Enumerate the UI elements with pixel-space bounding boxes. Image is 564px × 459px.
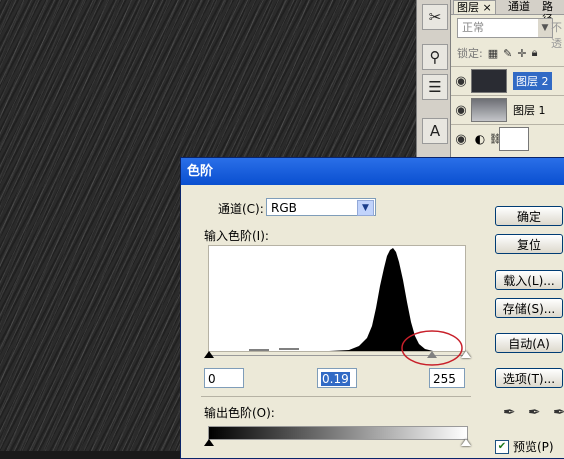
brush-swap-icon[interactable]: ⚲	[422, 44, 448, 70]
mask-thumbnail	[499, 127, 529, 151]
panel-tabs: 图层 × 通道 路径	[451, 0, 564, 26]
blend-mode-value: 正常	[462, 21, 484, 34]
layer-row-1[interactable]: ◉ 图层 1	[451, 95, 564, 124]
output-gradient	[208, 426, 468, 440]
eye-icon[interactable]: ◉	[451, 74, 471, 89]
input-white-field[interactable]: 255	[429, 368, 465, 388]
black-eyedropper-icon[interactable]: ✒	[503, 403, 516, 421]
tab-channels[interactable]: 通道	[505, 0, 533, 13]
lock-row: 锁定: ▦ ✎ ✛ 🔒︎	[457, 45, 537, 61]
options-button[interactable]: 选项(T)...	[495, 368, 563, 388]
layer-name[interactable]: 图层 2	[513, 72, 552, 90]
output-black-handle[interactable]	[204, 439, 214, 446]
close-icon[interactable]: ×	[483, 1, 492, 14]
input-black-field[interactable]: 0	[204, 368, 244, 388]
highlight-circle	[401, 330, 463, 366]
layer-row-adjustment[interactable]: ◉ ◐ ⛓	[451, 124, 564, 153]
tool-strip: ✂ ⚲ ☰ A	[416, 0, 451, 160]
layer-thumbnail	[471, 98, 507, 122]
layer-row-2[interactable]: ◉ 图层 2	[451, 66, 564, 95]
auto-button[interactable]: 自动(A)	[495, 333, 563, 353]
text-tool-icon[interactable]: A	[422, 118, 448, 144]
chevron-down-icon: ▼	[538, 19, 552, 37]
ok-button[interactable]: 确定	[495, 206, 563, 226]
lock-label: 锁定:	[457, 47, 483, 60]
tab-paths[interactable]: 路径	[539, 0, 564, 26]
preview-checkbox[interactable]: ✔ 预览(P)	[495, 438, 554, 455]
channel-label: 通道(C):	[218, 202, 264, 216]
input-gamma-field[interactable]: 0.19	[317, 368, 357, 388]
black-point-handle[interactable]	[204, 351, 214, 358]
channel-select[interactable]: RGB ▼	[266, 198, 376, 216]
output-levels-label: 输出色阶(O):	[204, 406, 275, 420]
crossed-tools-icon[interactable]: ✂	[422, 4, 448, 30]
load-button[interactable]: 载入(L)...	[495, 270, 563, 290]
channel-value: RGB	[271, 201, 297, 215]
check-icon[interactable]: ✔	[495, 439, 509, 454]
tab-layers[interactable]: 图层 ×	[453, 0, 496, 14]
gray-eyedropper-icon[interactable]: ✒	[528, 403, 541, 421]
opacity-label: 不透	[551, 21, 562, 50]
save-button[interactable]: 存储(S)...	[495, 298, 563, 318]
input-levels-label: 输入色阶(I):	[204, 229, 269, 243]
adjustment-icon: ◐	[474, 132, 486, 146]
link-icon: ⛓	[489, 133, 502, 145]
eye-icon[interactable]: ◉	[451, 132, 471, 147]
preview-label: 预览(P)	[513, 440, 554, 454]
layer-name[interactable]: 图层 1	[513, 102, 546, 118]
layer-thumbnail	[471, 69, 507, 93]
divider	[201, 396, 471, 397]
reset-button[interactable]: 复位	[495, 234, 563, 254]
eye-icon[interactable]: ◉	[451, 103, 471, 118]
lock-transparency-icon[interactable]: ▦	[488, 47, 498, 60]
tab-layers-label: 图层	[457, 1, 479, 14]
lock-move-icon[interactable]: ✛	[517, 47, 526, 60]
lock-brush-icon[interactable]: ✎	[503, 47, 512, 60]
lock-all-icon[interactable]: 🔒︎	[532, 46, 538, 60]
blend-mode-select[interactable]: 正常 ▼	[457, 18, 553, 38]
input-gamma-value: 0.19	[321, 372, 350, 386]
output-slider[interactable]	[204, 439, 471, 447]
chevron-down-icon: ▼	[357, 200, 374, 216]
dialog-title[interactable]: 色阶	[181, 158, 564, 185]
output-white-handle[interactable]	[461, 439, 471, 446]
layers-panel: 图层 × 通道 路径 正常 ▼ 不透 锁定: ▦ ✎ ✛ 🔒︎ ◉ 图层 2 ◉…	[450, 0, 564, 160]
white-eyedropper-icon[interactable]: ✒	[553, 403, 564, 421]
levels-dialog: 色阶 通道(C): RGB ▼ 输入色阶(I): 0 0.19 255 输出色阶…	[180, 157, 564, 459]
list-icon[interactable]: ☰	[422, 74, 448, 100]
